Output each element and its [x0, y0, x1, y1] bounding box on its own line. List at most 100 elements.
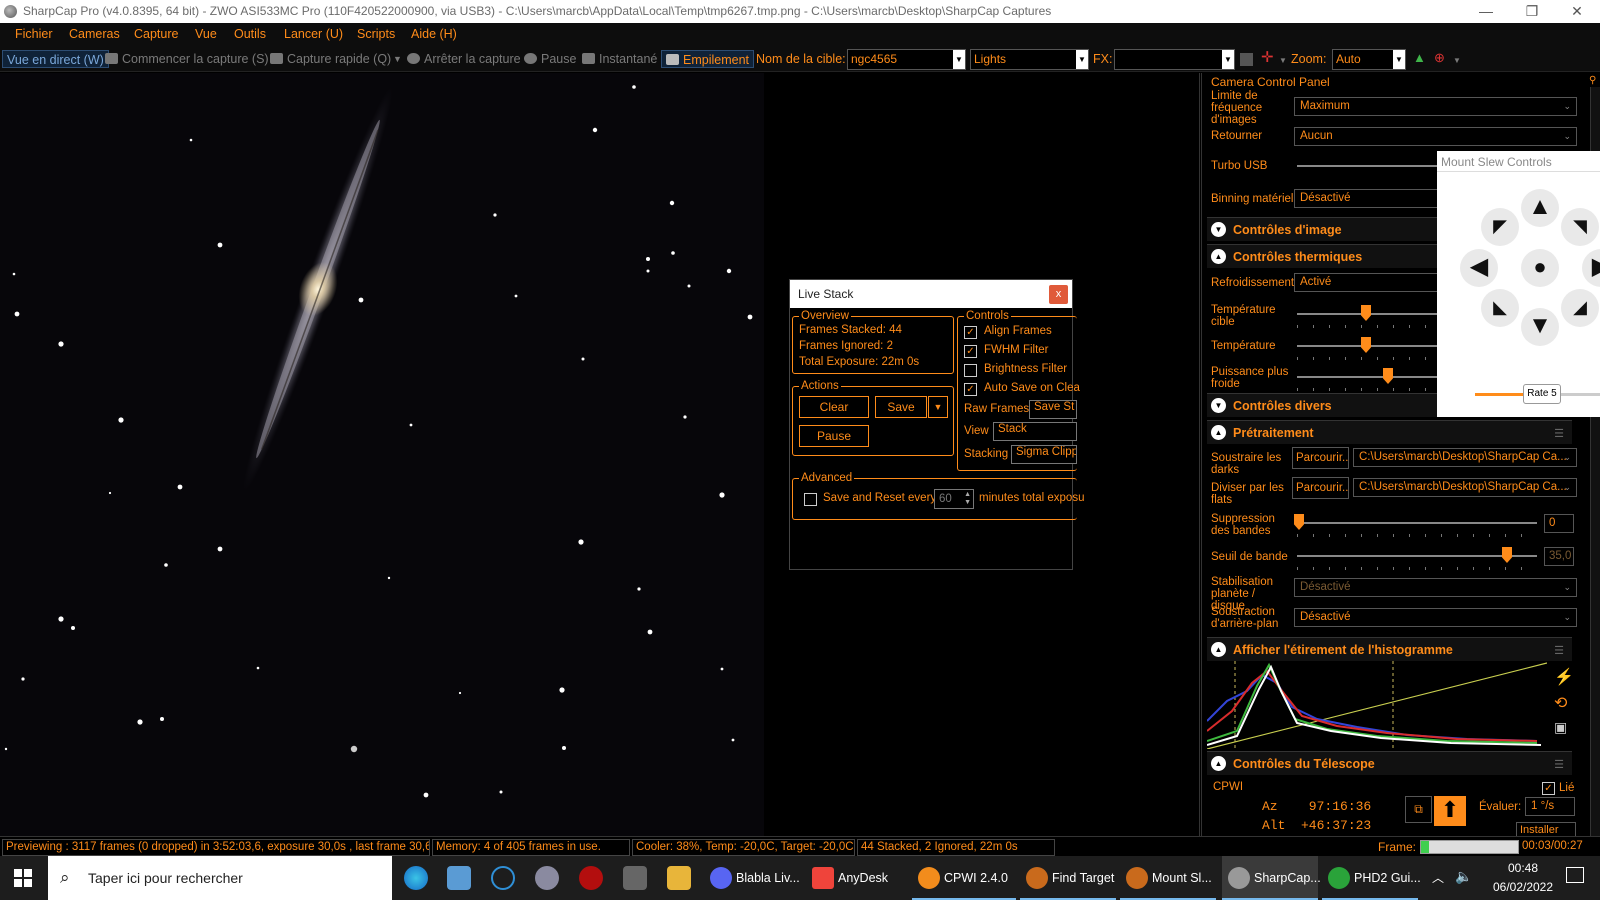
band-threshold-slider[interactable]: [1297, 555, 1537, 557]
stop-capture-button[interactable]: Arrêter la capture: [407, 50, 521, 68]
lightning-icon[interactable]: ⚡: [1554, 667, 1574, 687]
stacking-select[interactable]: Sigma Clipp: [1011, 445, 1077, 464]
taskbar-app-anydesk[interactable]: AnyDesk: [806, 856, 902, 900]
chart-icon[interactable]: ▲: [1413, 49, 1426, 67]
band-threshold-thumb[interactable]: [1502, 547, 1512, 563]
bg-subtraction-select[interactable]: Désactivé ⌄: [1294, 608, 1577, 627]
fwhm-filter-checkbox[interactable]: ✓: [964, 345, 977, 358]
chevron-up-icon[interactable]: ︿: [1432, 869, 1444, 886]
edge-icon[interactable]: [404, 866, 428, 890]
fx-select[interactable]: ▼: [1114, 49, 1235, 70]
band-threshold-value-field[interactable]: 35,0: [1544, 547, 1574, 566]
live-view-button[interactable]: Vue en direct (W): [2, 50, 109, 68]
arrow-up-left-icon[interactable]: ◤: [1481, 208, 1519, 246]
snapshot-button[interactable]: Instantané: [582, 50, 657, 68]
arrow-up-right-icon[interactable]: ◥: [1561, 208, 1599, 246]
binning-select[interactable]: Désactivé: [1294, 189, 1454, 208]
save-dropdown-button[interactable]: ▼: [928, 396, 948, 418]
quick-capture-dropdown[interactable]: ▼: [393, 50, 402, 68]
auto-save-checkbox[interactable]: ✓: [964, 383, 977, 396]
taskbar-app-sharpcap[interactable]: SharpCap...: [1222, 856, 1321, 900]
close-button[interactable]: ✕: [1554, 0, 1600, 23]
menu-lancer[interactable]: Lancer (U): [284, 27, 343, 41]
menu-fichier[interactable]: Fichier: [15, 27, 53, 41]
align-frames-checkbox[interactable]: ✓: [964, 326, 977, 339]
pause-stack-button[interactable]: Pause: [799, 425, 869, 447]
chevron-down-icon[interactable]: ▼: [1222, 50, 1234, 69]
minimize-button[interactable]: —: [1463, 0, 1509, 23]
notifications-icon[interactable]: [1566, 867, 1584, 883]
flats-path-select[interactable]: C:\Users\marcb\Desktop\SharpCap Ca... ⌄: [1353, 478, 1577, 497]
reset-icon[interactable]: ⟲: [1554, 693, 1567, 713]
camera-preview-image[interactable]: [0, 73, 764, 836]
telescope-controls-header[interactable]: ▲ Contrôles du Télescope ☰: [1207, 751, 1572, 775]
menu-outils[interactable]: Outils: [234, 27, 266, 41]
frame-rate-select[interactable]: Maximum ⌄: [1294, 97, 1577, 116]
target-temp-thumb[interactable]: [1361, 305, 1371, 321]
stacking-button[interactable]: Empilement: [661, 50, 754, 68]
menu-vue[interactable]: Vue: [195, 27, 217, 41]
chevron-down-icon[interactable]: ▼: [1393, 50, 1405, 69]
chevron-down-icon[interactable]: ▼: [1076, 50, 1088, 69]
arrow-down-right-icon[interactable]: ◢: [1561, 289, 1599, 327]
darks-path-select[interactable]: C:\Users\marcb\Desktop\SharpCap Ca... ⌄: [1353, 448, 1577, 467]
preprocessing-header[interactable]: ▲ Prétraitement ☰: [1207, 420, 1572, 444]
search-target-icon[interactable]: ⊕: [1434, 49, 1445, 67]
taskbar-app-discord[interactable]: Blabla Liv...: [704, 856, 802, 900]
quick-capture-button[interactable]: Capture rapide (Q): [270, 50, 391, 68]
satellite-app-icon[interactable]: [447, 866, 471, 890]
raw-frames-select[interactable]: Save St: [1029, 400, 1077, 419]
weather-icon[interactable]: [535, 866, 559, 890]
taskbar-app-find-target[interactable]: Find Target: [1020, 856, 1116, 900]
turbo-usb-slider[interactable]: [1297, 165, 1447, 167]
stellarium-icon[interactable]: [623, 866, 647, 890]
arrow-up-icon[interactable]: ⬆: [1434, 796, 1466, 826]
view-select[interactable]: Stack: [993, 422, 1077, 441]
park-icon[interactable]: ⧉: [1405, 796, 1432, 823]
menu-aide[interactable]: Aide (H): [411, 27, 457, 41]
chevron-down-icon[interactable]: ▼: [953, 50, 965, 69]
save-reset-checkbox[interactable]: [804, 493, 817, 506]
save-button[interactable]: Save: [875, 396, 927, 418]
live-stack-close-button[interactable]: x: [1049, 285, 1068, 304]
windows-start-icon[interactable]: [14, 869, 32, 887]
menu-scripts[interactable]: Scripts: [357, 27, 395, 41]
taskbar-search-input[interactable]: ⌕ Taper ici pour rechercher: [48, 856, 392, 900]
install-button[interactable]: Installer: [1516, 822, 1576, 836]
banding-slider[interactable]: [1297, 522, 1537, 524]
taskbar-app-mount-slew[interactable]: Mount Sl...: [1120, 856, 1216, 900]
frame-type-select[interactable]: Lights ▼: [970, 49, 1089, 70]
pin-icon[interactable]: ⚲: [1589, 75, 1596, 86]
save-reset-interval-field[interactable]: 60 ▲ ▼: [934, 489, 974, 509]
banding-thumb[interactable]: [1294, 514, 1304, 530]
save-icon[interactable]: ▣: [1554, 719, 1567, 736]
arrow-down-left-icon[interactable]: ◣: [1481, 289, 1519, 327]
pause-button[interactable]: Pause: [524, 50, 576, 68]
menu-capture[interactable]: Capture: [134, 27, 178, 41]
target-name-field[interactable]: ngc4565 ▼: [847, 49, 966, 70]
flip-select[interactable]: Aucun ⌄: [1294, 127, 1577, 146]
browse-flats-button[interactable]: Parcourir...: [1292, 477, 1349, 499]
clear-button[interactable]: Clear: [799, 396, 869, 418]
banding-value-field[interactable]: 0: [1544, 514, 1574, 533]
histogram-icon[interactable]: [1240, 53, 1253, 66]
clock-date[interactable]: 06/02/2022: [1491, 880, 1555, 894]
zoom-select[interactable]: Auto ▼: [1332, 49, 1406, 70]
arrow-down-icon[interactable]: ▼: [1521, 308, 1559, 346]
taskbar-app-cpwi[interactable]: CPWI 2.4.0: [912, 856, 1016, 900]
maximize-button[interactable]: ❐: [1509, 0, 1555, 23]
browse-darks-button[interactable]: Parcourir...: [1292, 447, 1349, 469]
clock-time[interactable]: 00:48: [1498, 861, 1548, 875]
cortana-icon[interactable]: [491, 866, 515, 890]
file-explorer-icon[interactable]: [667, 866, 691, 890]
stabilization-select[interactable]: Désactivé ⌄: [1294, 578, 1577, 597]
search-target-dropdown[interactable]: ▼: [1453, 52, 1461, 70]
cooling-select[interactable]: Activé: [1294, 273, 1454, 292]
histogram-header[interactable]: ▲ Afficher l'étirement de l'histogramme ☰: [1207, 637, 1572, 661]
arrow-up-icon[interactable]: ▲: [1521, 189, 1559, 227]
menu-icon[interactable]: ☰: [1554, 427, 1564, 440]
linked-checkbox[interactable]: ✓: [1542, 782, 1555, 795]
start-capture-button[interactable]: Commencer la capture (S): [105, 50, 269, 68]
rate-select[interactable]: 1 °/s: [1525, 797, 1575, 816]
taskbar-app-phd2[interactable]: PHD2 Gui...: [1322, 856, 1421, 900]
